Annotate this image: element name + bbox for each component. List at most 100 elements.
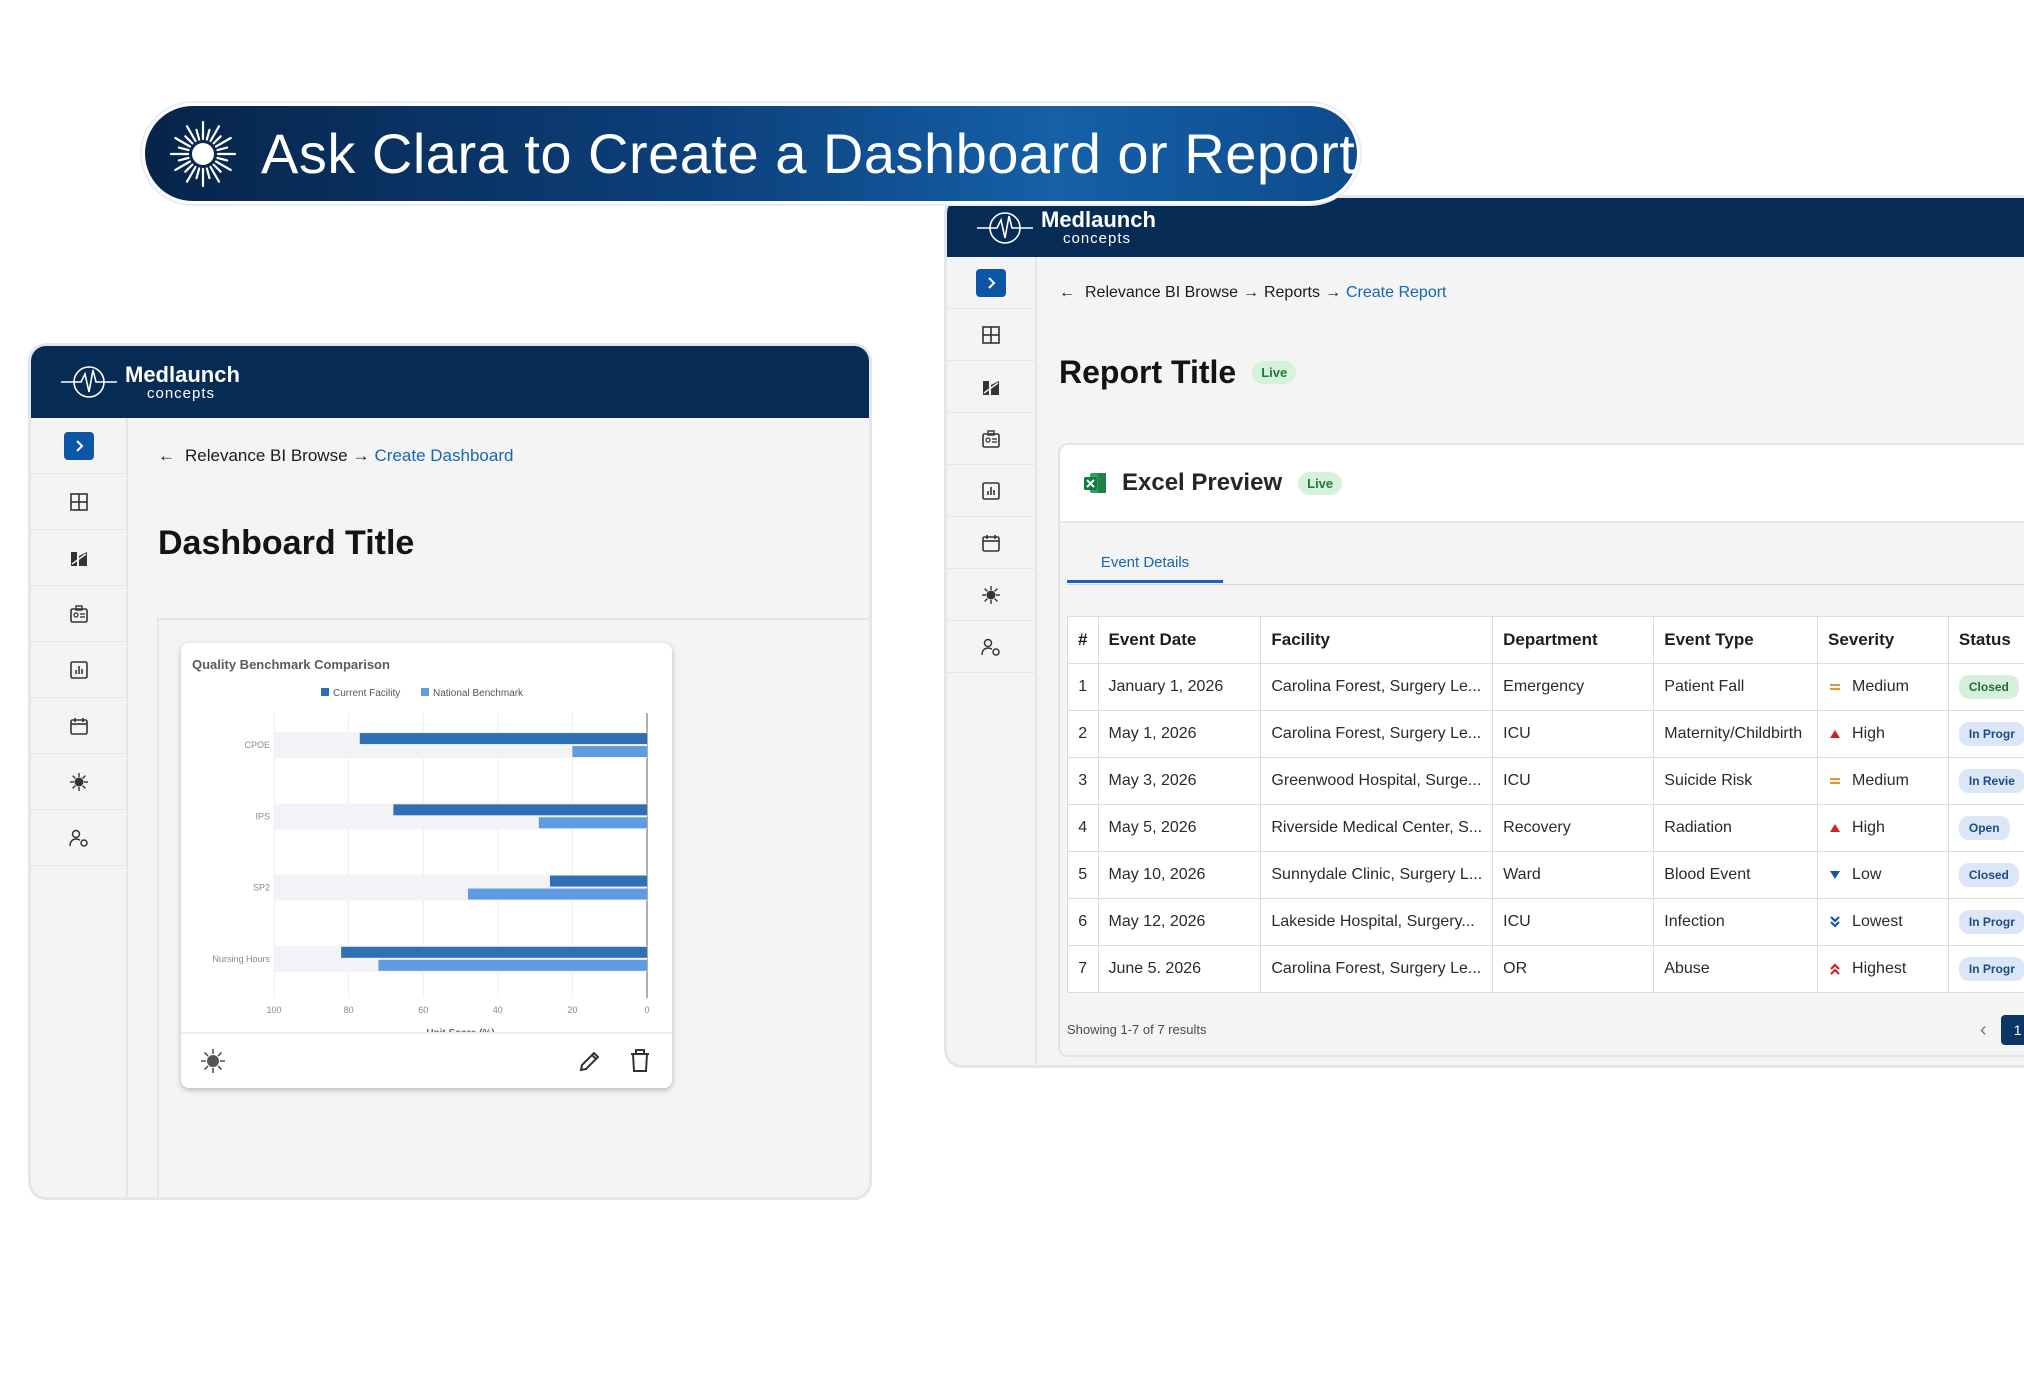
table-row[interactable]: 1 January 1, 2026 Carolina Forest, Surgery… xyxy=(1067,663,2024,711)
report-title: Report Title xyxy=(1059,354,1237,390)
breadcrumb-separator: → xyxy=(1242,284,1259,301)
sidebar-item-users[interactable] xyxy=(31,810,126,866)
column-header[interactable]: Severity xyxy=(1817,616,1949,664)
user-settings-icon xyxy=(68,829,88,847)
status-cell[interactable]: In Progr xyxy=(1947,898,2024,946)
column-header[interactable]: Facility xyxy=(1260,616,1494,664)
brand-logo[interactable]: Medlaunch concepts xyxy=(975,208,1156,248)
event-date-cell: January 1, 2026 xyxy=(1097,663,1262,711)
sidebar-item-clara[interactable] xyxy=(31,754,126,810)
brand-logo[interactable]: Medlaunch concepts xyxy=(59,362,240,402)
triangle-down-icon xyxy=(1828,868,1842,882)
breadcrumb-reports[interactable]: Reports xyxy=(1264,284,1320,302)
table-row[interactable]: 2 May 1, 2026 Carolina Forest, Surgery Le.… xyxy=(1067,710,2024,758)
status-badge[interactable]: In Progr xyxy=(1958,910,2024,934)
excel-icon xyxy=(1084,473,1106,493)
column-header[interactable]: # xyxy=(1067,616,1099,664)
user-settings-icon xyxy=(981,638,1000,656)
status-badge[interactable]: In Progr xyxy=(1958,722,2024,746)
breadcrumb-root[interactable]: Relevance BI Browse xyxy=(185,446,348,466)
sidebar-item-grid[interactable] xyxy=(947,309,1035,361)
report-window: Medlaunch concepts ← Relevance BI Browse… xyxy=(944,195,2024,1068)
event-type-cell: Radiation xyxy=(1653,804,1819,852)
trash-icon xyxy=(631,1049,649,1072)
row-number: 3 xyxy=(1067,757,1099,805)
medlaunch-logo-icon xyxy=(977,211,1033,244)
expand-sidebar-button[interactable] xyxy=(976,268,1006,297)
severity-label: Highest xyxy=(1852,960,1907,977)
status-cell[interactable]: In Progr xyxy=(1947,710,2024,758)
clara-banner[interactable]: Ask Clara to Create a Dashboard or Repor… xyxy=(142,103,1360,204)
breadcrumb-separator: → xyxy=(352,446,370,465)
sidebar-item-grid[interactable] xyxy=(31,474,126,530)
department-cell: Emergency xyxy=(1492,663,1655,711)
chevron-right-icon xyxy=(988,276,996,289)
status-badge[interactable]: In Progr xyxy=(1958,957,2024,981)
status-cell[interactable]: In Revie xyxy=(1947,757,2024,805)
sidebar-item-badge[interactable] xyxy=(31,586,126,642)
bar-national xyxy=(378,959,647,971)
table-row[interactable]: 7 June 5. 2026 Carolina Forest, Surgery Le… xyxy=(1067,945,2024,993)
severity-cell: Medium xyxy=(1817,663,1949,711)
breadcrumb-separator: → xyxy=(1325,284,1341,301)
expand-sidebar-button[interactable] xyxy=(63,431,94,460)
status-cell[interactable]: Closed xyxy=(1947,851,2024,899)
sidebar-item-calendar[interactable] xyxy=(947,517,1035,569)
live-badge: Live xyxy=(1298,471,1343,495)
tab-event-details[interactable]: Event Details xyxy=(1067,545,1223,583)
facility-cell: Sunnydale Clinic, Surgery L... xyxy=(1260,851,1494,899)
chevron-left-icon[interactable]: ‹ xyxy=(1980,1019,1987,1042)
sidebar-item-analytics[interactable] xyxy=(947,361,1035,413)
status-badge[interactable]: Closed xyxy=(1958,675,2019,699)
sunburst-ray xyxy=(205,128,211,141)
column-header[interactable]: Status xyxy=(1947,616,2024,664)
sidebar-toggle[interactable] xyxy=(31,418,126,474)
delete-button[interactable] xyxy=(626,1047,654,1075)
clara-sunburst-icon[interactable] xyxy=(199,1047,227,1075)
table-row[interactable]: 3 May 3, 2026 Greenwood Hospital, Surge...… xyxy=(1067,757,2024,805)
dashboard-window: Medlaunch concepts ← Relevance BI Browse… xyxy=(28,343,872,1200)
bar-chart-icon xyxy=(69,660,88,679)
facility-cell: Riverside Medical Center, S... xyxy=(1260,804,1494,852)
sidebar-item-reports[interactable] xyxy=(31,642,126,698)
excel-preview-card: Excel Preview Live Event Details # Event … xyxy=(1058,443,2024,1057)
column-header[interactable]: Department xyxy=(1492,616,1655,664)
sidebar-item-reports[interactable] xyxy=(947,465,1035,517)
sidebar-item-clara[interactable] xyxy=(947,569,1035,621)
status-badge[interactable]: Open xyxy=(1958,816,2010,840)
breadcrumb-current[interactable]: Create Report xyxy=(1346,284,1447,302)
table-row[interactable]: 6 May 12, 2026 Lakeside Hospital, Surgery.… xyxy=(1067,898,2024,946)
severity-cell: Medium xyxy=(1817,757,1949,805)
breadcrumb-root[interactable]: Relevance BI Browse xyxy=(1085,284,1238,302)
event-type-cell: Infection xyxy=(1653,898,1819,946)
severity-cell: Lowest xyxy=(1817,898,1949,946)
double-chevron-up-icon xyxy=(1828,962,1842,976)
back-arrow-icon[interactable]: ← xyxy=(158,446,175,466)
status-badge[interactable]: In Revie xyxy=(1958,769,2024,793)
column-header[interactable]: Event Type xyxy=(1653,616,1819,664)
page-button[interactable]: 1 xyxy=(2000,1015,2024,1045)
status-cell[interactable]: In Progr xyxy=(1947,945,2024,993)
sidebar-item-badge[interactable] xyxy=(947,413,1035,465)
sidebar-item-users[interactable] xyxy=(947,621,1035,673)
back-arrow-icon[interactable]: ← xyxy=(1059,284,1075,302)
sidebar-item-analytics[interactable] xyxy=(31,530,126,586)
bar-current xyxy=(359,733,647,745)
event-date-cell: May 5, 2026 xyxy=(1097,804,1262,852)
sidebar-toggle[interactable] xyxy=(947,257,1035,309)
row-number: 7 xyxy=(1067,945,1099,993)
breadcrumb-current[interactable]: Create Dashboard xyxy=(375,446,514,466)
row-number: 4 xyxy=(1067,804,1099,852)
status-cell[interactable]: Closed xyxy=(1947,663,2024,711)
chart-widget[interactable]: Quality Benchmark Comparison Current Fac… xyxy=(181,643,672,1088)
double-chevron-down-icon xyxy=(1828,915,1842,929)
pencil-icon xyxy=(579,1051,600,1072)
table-row[interactable]: 4 May 5, 2026 Riverside Medical Center, S.… xyxy=(1067,804,2024,852)
table-row[interactable]: 5 May 10, 2026 Sunnydale Clinic, Surgery L… xyxy=(1067,851,2024,899)
status-cell[interactable]: Open xyxy=(1947,804,2024,852)
equals-icon xyxy=(1828,774,1842,788)
column-header[interactable]: Event Date xyxy=(1097,616,1262,664)
status-badge[interactable]: Closed xyxy=(1958,863,2019,887)
edit-button[interactable] xyxy=(576,1047,604,1075)
sidebar-item-calendar[interactable] xyxy=(31,698,126,754)
